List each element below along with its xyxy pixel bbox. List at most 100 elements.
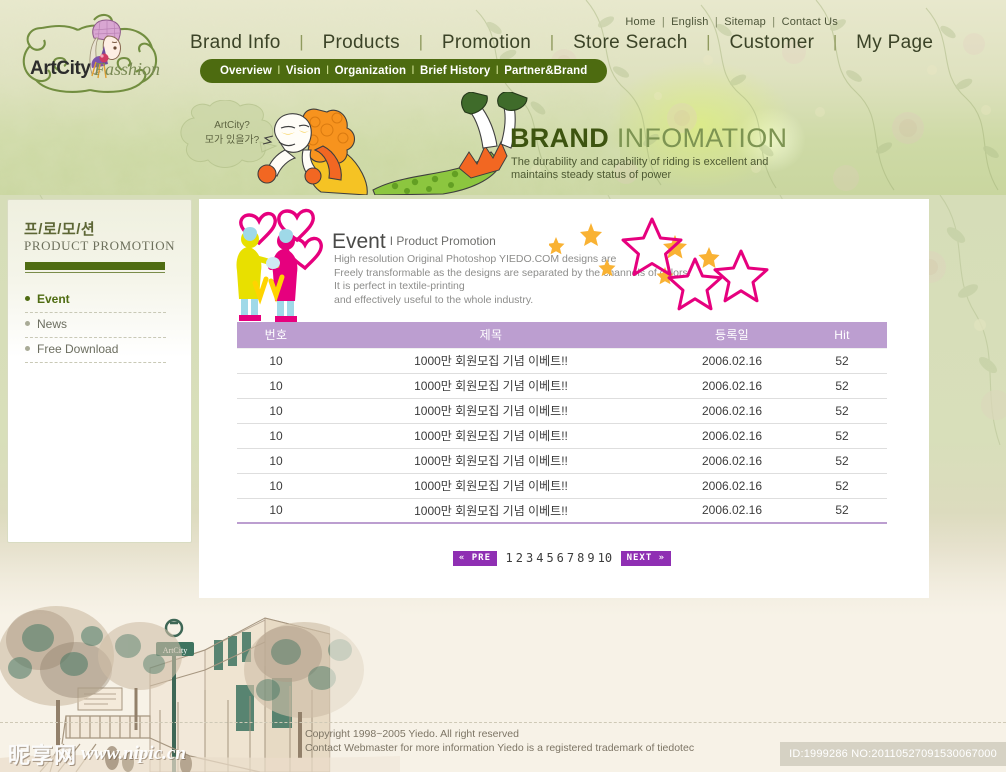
pagination-page-1[interactable]: 1 <box>504 551 514 565</box>
cell-hit: 52 <box>797 473 887 499</box>
sub-nav-separator: I <box>277 65 281 77</box>
table-row[interactable]: 10 1000만 회원모집 기념 이베트!! 2006.02.16 52 <box>237 347 887 374</box>
svg-text:ArtCity: ArtCity <box>30 58 91 79</box>
webmaster-line: Contact Webmaster for more information Y… <box>305 742 695 754</box>
table-row[interactable]: 10 1000만 회원모집 기념 이베트!! 2006.02.16 52 <box>237 498 887 524</box>
sub-nav-separator: I <box>326 65 330 77</box>
main-nav-item-customer[interactable]: Customer <box>729 32 814 53</box>
util-nav-separator: | <box>772 16 776 28</box>
pagination-page-2[interactable]: 2 <box>514 551 524 565</box>
table-row[interactable]: 10 1000만 회원모집 기념 이베트!! 2006.02.16 52 <box>237 473 887 499</box>
table-row[interactable]: 10 1000만 회원모집 기념 이베트!! 2006.02.16 52 <box>237 373 887 399</box>
cell-no: 10 <box>237 448 315 474</box>
sub-nav-item-overview[interactable]: Overview <box>220 65 272 77</box>
cell-title[interactable]: 1000만 회원모집 기념 이베트!! <box>315 347 667 374</box>
sub-nav-item-vision[interactable]: Vision <box>286 65 321 77</box>
sub-nav-separator: I <box>495 65 499 77</box>
cell-hit: 52 <box>797 423 887 449</box>
bullet-icon <box>25 296 30 301</box>
event-title: Event <box>332 230 386 253</box>
main-content-panel: Event I Product Promotion High resolution… <box>199 199 929 598</box>
util-nav-separator: | <box>714 16 718 28</box>
column-header-title[interactable]: 제목 <box>315 322 667 348</box>
cell-hit: 52 <box>797 448 887 474</box>
cell-title[interactable]: 1000만 회원모집 기념 이베트!! <box>315 423 667 449</box>
table-row[interactable]: 10 1000만 회원모집 기념 이베트!! 2006.02.16 52 <box>237 423 887 449</box>
nipic-watermark: 昵享网 www.nipic.cn <box>8 738 186 768</box>
cell-no: 10 <box>237 398 315 424</box>
star-decorations <box>549 217 769 311</box>
main-nav-item-store-serach[interactable]: Store Serach <box>573 32 688 53</box>
sidebar-item-event[interactable]: Event <box>25 288 166 313</box>
pagination-page-7[interactable]: 7 <box>565 551 575 565</box>
main-nav-item-my-page[interactable]: My Page <box>856 32 933 53</box>
pagination-page-8[interactable]: 8 <box>576 551 586 565</box>
util-nav-item-sitemap[interactable]: Sitemap <box>724 16 766 28</box>
cell-title[interactable]: 1000만 회원모집 기념 이베트!! <box>315 473 667 499</box>
bullet-icon <box>25 346 30 351</box>
cell-title[interactable]: 1000만 회원모집 기념 이베트!! <box>315 373 667 399</box>
cell-hit: 52 <box>797 398 887 424</box>
main-nav-separator: | <box>706 32 711 51</box>
table-row[interactable]: 10 1000만 회원모집 기념 이베트!! 2006.02.16 52 <box>237 398 887 424</box>
sidebar-divider <box>25 262 165 273</box>
sub-nav-item-organization[interactable]: Organization <box>335 65 406 77</box>
main-nav-item-promotion[interactable]: Promotion <box>442 32 531 53</box>
site-header: ArtCity Fasshion Home | English | Sitema… <box>0 0 1006 195</box>
pagination-prev-button[interactable]: « PRE <box>452 551 497 566</box>
column-header-hit[interactable]: Hit <box>797 322 887 348</box>
util-nav-item-home[interactable]: Home <box>625 16 655 28</box>
column-header-no[interactable]: 번호 <box>237 322 315 348</box>
site-logo[interactable]: ArtCity Fasshion <box>12 8 172 100</box>
pagination-page-10[interactable]: 10 <box>596 551 613 565</box>
sidebar-title-english: PRODUCT PROMOTION <box>24 238 176 253</box>
event-illustration <box>236 208 323 322</box>
image-id-stamp: ID:1999286 NO:20110527091530067000 <box>780 742 1006 766</box>
pagination-page-6[interactable]: 6 <box>555 551 565 565</box>
table-head: 번호 제목 등록일 Hit <box>237 322 887 348</box>
cell-date: 2006.02.16 <box>667 398 797 424</box>
pagination-page-5[interactable]: 5 <box>545 551 555 565</box>
sidebar-item-label: Free Download <box>37 342 119 356</box>
table-body: 10 1000만 회원모집 기념 이베트!! 2006.02.16 52 10 … <box>237 347 887 524</box>
sub-nav-item-partner-brand[interactable]: Partner&Brand <box>504 65 587 77</box>
event-list-table: 번호 제목 등록일 Hit 10 1000만 회원모집 기념 이베트!! 200… <box>237 322 887 524</box>
banner-subtitle-line1: The durability and capability of riding … <box>511 156 769 168</box>
table-row[interactable]: 10 1000만 회원모집 기념 이베트!! 2006.02.16 52 <box>237 448 887 474</box>
main-nav-item-brand-info[interactable]: Brand Info <box>190 32 281 53</box>
column-header-date[interactable]: 등록일 <box>667 322 797 348</box>
sidebar-item-free-download[interactable]: Free Download <box>25 338 166 363</box>
cell-date: 2006.02.16 <box>667 373 797 399</box>
util-nav-item-contact-us[interactable]: Contact Us <box>782 16 838 28</box>
copyright-line: Copyright 1998~2005 Yiedo. All right res… <box>305 728 519 740</box>
sidebar-item-label: News <box>37 317 68 331</box>
main-nav-separator: | <box>549 32 555 51</box>
pagination-page-3[interactable]: 3 <box>524 551 534 565</box>
bullet-icon <box>25 321 30 326</box>
header-illustration <box>257 92 528 195</box>
cell-title[interactable]: 1000만 회원모집 기념 이베트!! <box>315 498 667 524</box>
sub-nav-item-brief-history[interactable]: Brief History <box>420 65 490 77</box>
cell-hit: 52 <box>797 373 887 399</box>
main-nav-item-products[interactable]: Products <box>323 32 400 53</box>
cell-date: 2006.02.16 <box>667 473 797 499</box>
cell-no: 10 <box>237 423 315 449</box>
cell-title[interactable]: 1000만 회원모집 기념 이베트!! <box>315 398 667 424</box>
pagination-page-4[interactable]: 4 <box>535 551 545 565</box>
main-nav-separator: | <box>299 32 304 51</box>
main-nav-separator: | <box>418 32 424 51</box>
main-nav-separator: | <box>832 32 838 51</box>
banner-subtitle-line2: maintains steady status of power <box>511 169 672 181</box>
pagination-next-button[interactable]: NEXT » <box>620 551 672 566</box>
footer-text: Copyright 1998~2005 Yiedo. All right res… <box>305 727 694 755</box>
util-nav-item-english[interactable]: English <box>671 16 708 28</box>
cell-no: 10 <box>237 347 315 374</box>
sidebar-item-news[interactable]: News <box>25 313 166 338</box>
event-title-block: Event I Product Promotion <box>332 230 496 254</box>
util-nav-separator: | <box>661 16 665 28</box>
event-subtitle: I Product Promotion <box>389 234 496 248</box>
banner-title: BRAND INFOMATION <box>510 123 787 154</box>
pagination-page-9[interactable]: 9 <box>586 551 596 565</box>
table-header-row: 번호 제목 등록일 Hit <box>237 322 887 348</box>
cell-title[interactable]: 1000만 회원모집 기념 이베트!! <box>315 448 667 474</box>
